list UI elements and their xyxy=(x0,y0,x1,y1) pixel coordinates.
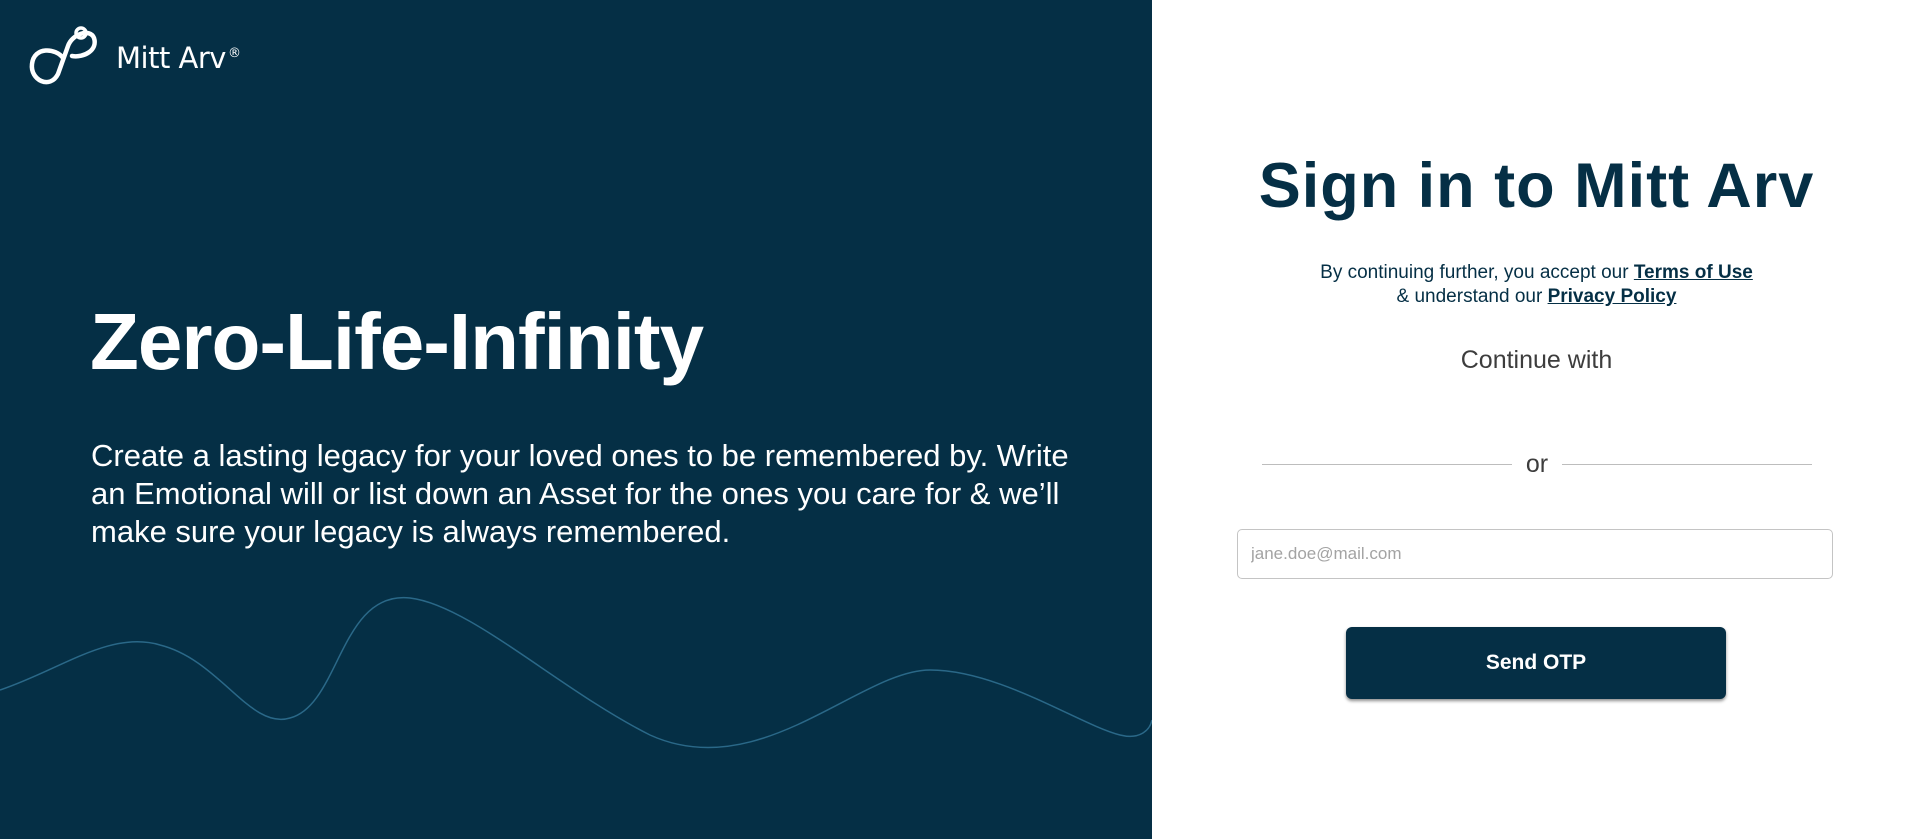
brand-name-text: Mitt Arv xyxy=(116,41,226,75)
email-field[interactable] xyxy=(1237,529,1833,579)
signin-title: Sign in to Mitt Arv xyxy=(1258,151,1815,221)
consent-prefix: By continuing further, you accept our xyxy=(1320,262,1629,283)
decorative-wave xyxy=(0,597,1152,749)
privacy-policy-link[interactable]: Privacy Policy xyxy=(1548,286,1677,307)
hero-title: Zero-Life-Infinity xyxy=(90,297,704,386)
brand-name: Mitt Arv ® xyxy=(116,41,241,75)
consent-text: By continuing further, you accept our Te… xyxy=(1152,261,1921,309)
registered-mark: ® xyxy=(227,46,241,62)
terms-of-use-link[interactable]: Terms of Use xyxy=(1634,262,1753,283)
infinity-loop-icon xyxy=(26,24,100,92)
hero-panel: Mitt Arv ® Zero-Life-Infinity Create a la… xyxy=(0,0,1152,839)
hero-description: Create a lasting legacy for your loved o… xyxy=(91,438,1069,549)
continue-with-label: Continue with xyxy=(1460,346,1613,374)
send-otp-button[interactable]: Send OTP xyxy=(1346,627,1726,699)
or-divider: or xyxy=(1262,450,1813,479)
signin-panel: Sign in to Mitt Arv By continuing furthe… xyxy=(1152,0,1921,839)
divider-line-left xyxy=(1262,464,1512,465)
brand-logo[interactable]: Mitt Arv ® xyxy=(26,24,241,92)
signin-page: Mitt Arv ® Zero-Life-Infinity Create a la… xyxy=(0,0,1921,839)
divider-line-right xyxy=(1562,464,1813,465)
consent-middle: & understand our xyxy=(1396,286,1543,307)
divider-or-text: or xyxy=(1525,450,1549,478)
